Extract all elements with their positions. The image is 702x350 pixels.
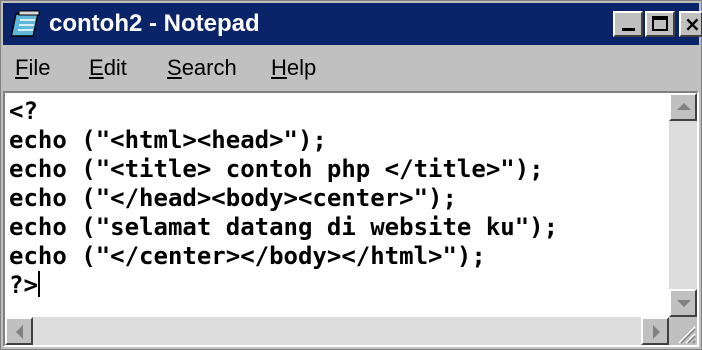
menu-edit[interactable]: Edit [89,55,127,81]
minimize-button[interactable] [613,11,643,37]
notepad-icon [11,10,40,37]
code-line: echo ("</center></body></html>"); [9,242,486,270]
scroll-down-button[interactable] [669,289,697,317]
arrow-right-icon [653,325,660,339]
menu-help-label: elp [286,55,317,80]
scroll-up-button[interactable] [669,93,697,121]
arrow-left-icon [16,325,23,339]
menu-search[interactable]: Search [167,55,237,81]
menu-edit-label: dit [103,55,127,80]
resize-grip-icon [678,326,696,344]
menu-search-accel: S [167,55,182,80]
arrow-down-icon [677,300,691,307]
minimize-icon [622,28,635,31]
menu-bar: File Edit Search Help [3,49,699,85]
text-edit-area[interactable]: <? echo ("<html><head>"); echo ("<title>… [9,97,673,315]
close-button[interactable]: × [679,11,702,37]
code-line: echo ("<title> contoh php </title>"); [9,155,544,183]
notepad-window: contoh2 - Notepad × File Edit Search Hel… [0,0,702,350]
code-line: ?> [9,271,38,299]
scroll-left-button[interactable] [5,317,33,345]
text-cursor [37,271,40,297]
close-icon: × [684,12,701,36]
menu-search-label: earch [181,55,237,80]
menu-help[interactable]: Help [271,55,316,81]
menu-file-label: ile [28,55,51,80]
scroll-right-button[interactable] [641,317,669,345]
editor-area: <? echo ("<html><head>"); echo ("<title>… [3,91,699,347]
vertical-scrollbar[interactable] [669,93,697,317]
window-title: contoh2 - Notepad [49,10,260,37]
arrow-up-icon [677,103,691,110]
title-bar[interactable]: contoh2 - Notepad × [3,3,702,45]
menu-edit-accel: E [89,55,104,80]
menu-help-accel: H [271,55,287,80]
menu-file[interactable]: File [15,55,50,81]
menu-file-accel: F [15,55,29,80]
code-line: echo ("</head><body><center>"); [9,184,457,212]
maximize-icon [652,16,668,31]
code-line: echo ("selamat datang di website ku"); [9,213,559,241]
resize-grip[interactable] [669,317,697,345]
code-line: echo ("<html><head>"); [9,126,327,154]
horizontal-scrollbar[interactable] [5,317,669,345]
code-line: <? [9,97,38,125]
maximize-button[interactable] [645,11,675,37]
